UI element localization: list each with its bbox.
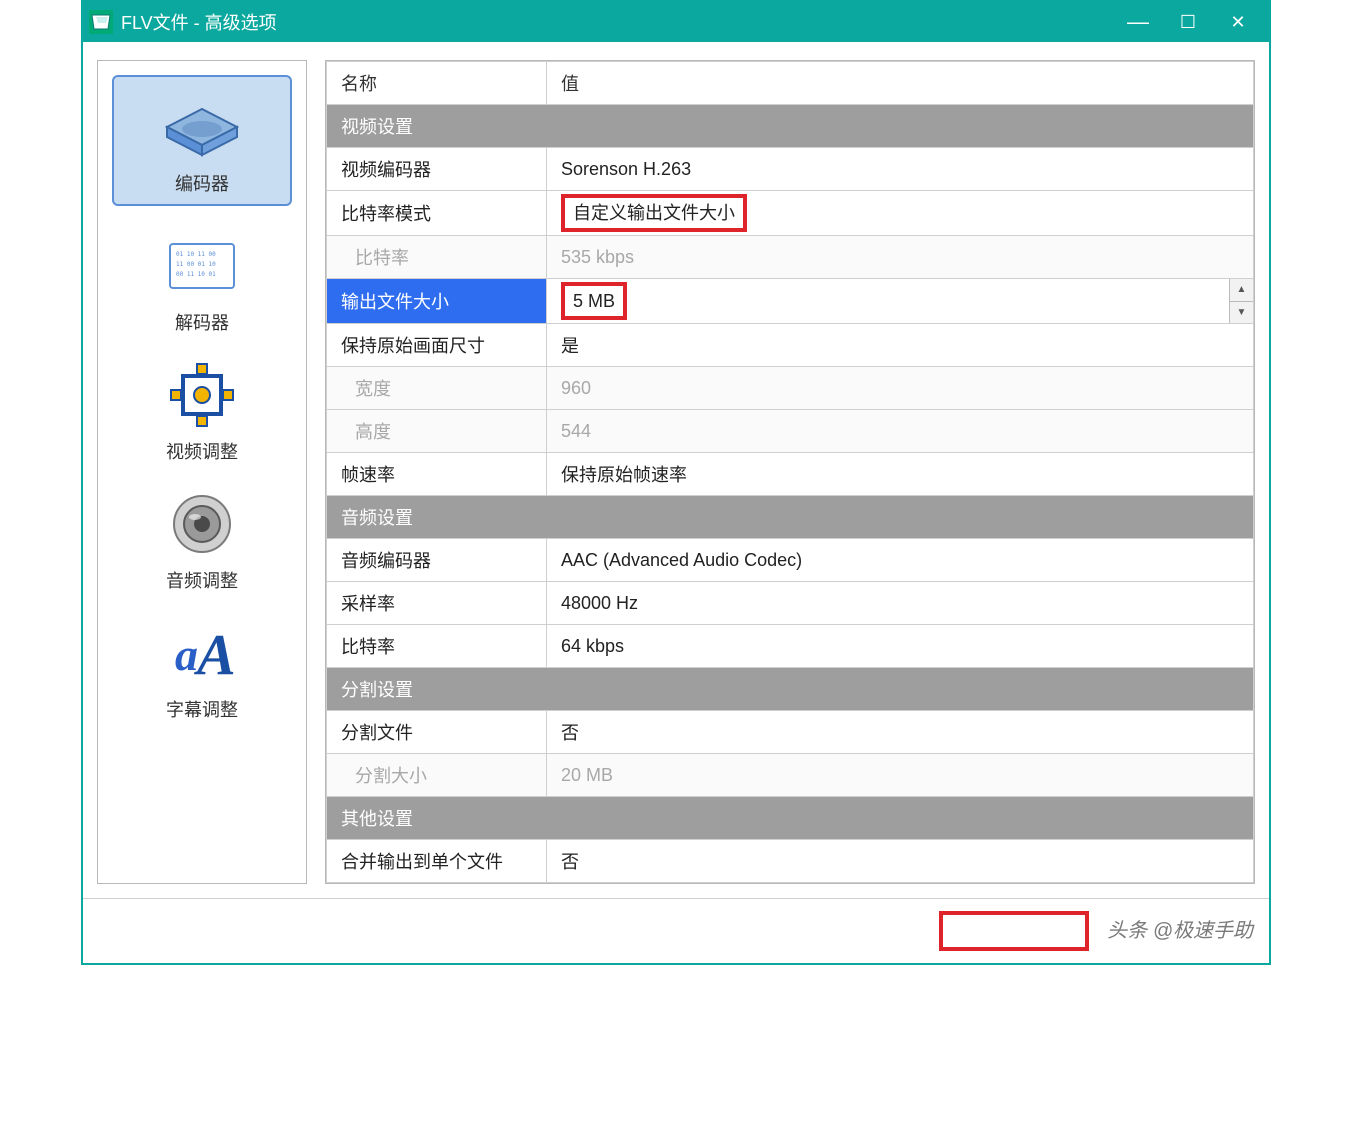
sidebar-item-video-adjust[interactable]: 视频调整 [112, 357, 292, 464]
dialog-window: FLV文件 - 高级选项 — ☐ ✕ 编码器 [81, 0, 1271, 965]
cell-name: 分割文件 [327, 711, 547, 754]
sidebar-item-label: 解码器 [112, 309, 292, 335]
row-split-size: 分割大小 20 MB [327, 754, 1254, 797]
cell-name: 保持原始画面尺寸 [327, 324, 547, 367]
cell-name: 比特率 [327, 625, 547, 668]
category-sidebar: 编码器 01 10 11 00 11 00 01 10 00 11 10 01 … [97, 60, 307, 884]
settings-table-panel: 名称 值 视频设置 视频编码器 Sorenson H.263 比特率模式 自定义… [325, 60, 1255, 884]
section-video: 视频设置 [327, 105, 1254, 148]
sidebar-item-encoder[interactable]: 编码器 [112, 75, 292, 206]
section-label: 视频设置 [327, 105, 1254, 148]
section-label: 其他设置 [327, 797, 1254, 840]
cell-value: 535 kbps [547, 236, 1254, 279]
section-other: 其他设置 [327, 797, 1254, 840]
sidebar-item-label: 编码器 [114, 170, 290, 196]
encoder-icon [152, 89, 252, 164]
audio-adjust-icon [152, 486, 252, 561]
row-merge-output[interactable]: 合并输出到单个文件 否 [327, 840, 1254, 883]
row-keep-original-size[interactable]: 保持原始画面尺寸 是 [327, 324, 1254, 367]
spinner-control: ▲ ▼ [1229, 279, 1253, 323]
settings-table: 名称 值 视频设置 视频编码器 Sorenson H.263 比特率模式 自定义… [326, 61, 1254, 883]
cell-value: 20 MB [547, 754, 1254, 797]
row-bitrate-mode[interactable]: 比特率模式 自定义输出文件大小 [327, 191, 1254, 236]
sidebar-item-audio-adjust[interactable]: 音频调整 [112, 486, 292, 593]
cell-name: 采样率 [327, 582, 547, 625]
row-output-size[interactable]: 输出文件大小 5 MB ▲ ▼ [327, 279, 1254, 324]
cell-name: 合并输出到单个文件 [327, 840, 547, 883]
row-bitrate: 比特率 535 kbps [327, 236, 1254, 279]
subtitle-adjust-icon: a A [152, 615, 252, 690]
close-button[interactable]: ✕ [1213, 2, 1263, 42]
cell-value: 960 [547, 367, 1254, 410]
cell-value: 否 [547, 711, 1254, 754]
svg-text:11 00 01 10: 11 00 01 10 [176, 261, 216, 268]
cell-value: 否 [547, 840, 1254, 883]
cell-name: 音频编码器 [327, 539, 547, 582]
cell-name: 分割大小 [327, 754, 547, 797]
section-label: 分割设置 [327, 668, 1254, 711]
spin-down-button[interactable]: ▼ [1230, 302, 1253, 324]
svg-text:A: A [194, 622, 236, 687]
cell-value: 48000 Hz [547, 582, 1254, 625]
svg-text:00 11 10 01: 00 11 10 01 [176, 271, 216, 278]
sidebar-item-subtitle-adjust[interactable]: a A 字幕调整 [112, 615, 292, 722]
sidebar-item-decoder[interactable]: 01 10 11 00 11 00 01 10 00 11 10 01 解码器 [112, 228, 292, 335]
client-area: 编码器 01 10 11 00 11 00 01 10 00 11 10 01 … [83, 42, 1269, 898]
row-audio-encoder[interactable]: 音频编码器 AAC (Advanced Audio Codec) [327, 539, 1254, 582]
dialog-footer: 头条 @极速手助 [83, 898, 1269, 963]
cell-value: 是 [547, 324, 1254, 367]
highlight-box: 5 MB [561, 282, 627, 320]
cell-value: 保持原始帧速率 [547, 453, 1254, 496]
sidebar-item-label: 音频调整 [112, 567, 292, 593]
app-icon [89, 10, 113, 34]
sidebar-item-label: 字幕调整 [112, 696, 292, 722]
minimize-button[interactable]: — [1113, 2, 1163, 42]
cell-name: 视频编码器 [327, 148, 547, 191]
cell-value: 64 kbps [547, 625, 1254, 668]
col-header-value: 值 [547, 62, 1254, 105]
ok-button-highlight[interactable] [939, 911, 1089, 951]
table-header-row: 名称 值 [327, 62, 1254, 105]
row-height: 高度 544 [327, 410, 1254, 453]
col-header-name: 名称 [327, 62, 547, 105]
row-sample-rate[interactable]: 采样率 48000 Hz [327, 582, 1254, 625]
maximize-button[interactable]: ☐ [1163, 2, 1213, 42]
row-framerate[interactable]: 帧速率 保持原始帧速率 [327, 453, 1254, 496]
cell-value: 544 [547, 410, 1254, 453]
highlight-box: 自定义输出文件大小 [561, 194, 747, 232]
window-title: FLV文件 - 高级选项 [121, 9, 277, 35]
cell-value: AAC (Advanced Audio Codec) [547, 539, 1254, 582]
row-video-encoder[interactable]: 视频编码器 Sorenson H.263 [327, 148, 1254, 191]
cell-name: 帧速率 [327, 453, 547, 496]
section-split: 分割设置 [327, 668, 1254, 711]
cell-name: 高度 [327, 410, 547, 453]
row-split-file[interactable]: 分割文件 否 [327, 711, 1254, 754]
row-width: 宽度 960 [327, 367, 1254, 410]
cell-name: 输出文件大小 [327, 279, 547, 324]
cell-value: 自定义输出文件大小 [547, 191, 1254, 236]
watermark-text: 头条 @极速手助 [1107, 914, 1253, 943]
row-audio-bitrate[interactable]: 比特率 64 kbps [327, 625, 1254, 668]
section-label: 音频设置 [327, 496, 1254, 539]
titlebar: FLV文件 - 高级选项 — ☐ ✕ [83, 2, 1269, 42]
svg-text:01 10 11 00: 01 10 11 00 [176, 251, 216, 258]
cell-name: 比特率模式 [327, 191, 547, 236]
video-adjust-icon [152, 357, 252, 432]
cell-value-editable[interactable]: 5 MB ▲ ▼ [547, 279, 1254, 324]
cell-value: Sorenson H.263 [547, 148, 1254, 191]
section-audio: 音频设置 [327, 496, 1254, 539]
cell-name: 宽度 [327, 367, 547, 410]
svg-text:a: a [175, 629, 198, 680]
cell-name: 比特率 [327, 236, 547, 279]
spin-up-button[interactable]: ▲ [1230, 279, 1253, 302]
decoder-icon: 01 10 11 00 11 00 01 10 00 11 10 01 [152, 228, 252, 303]
sidebar-item-label: 视频调整 [112, 438, 292, 464]
